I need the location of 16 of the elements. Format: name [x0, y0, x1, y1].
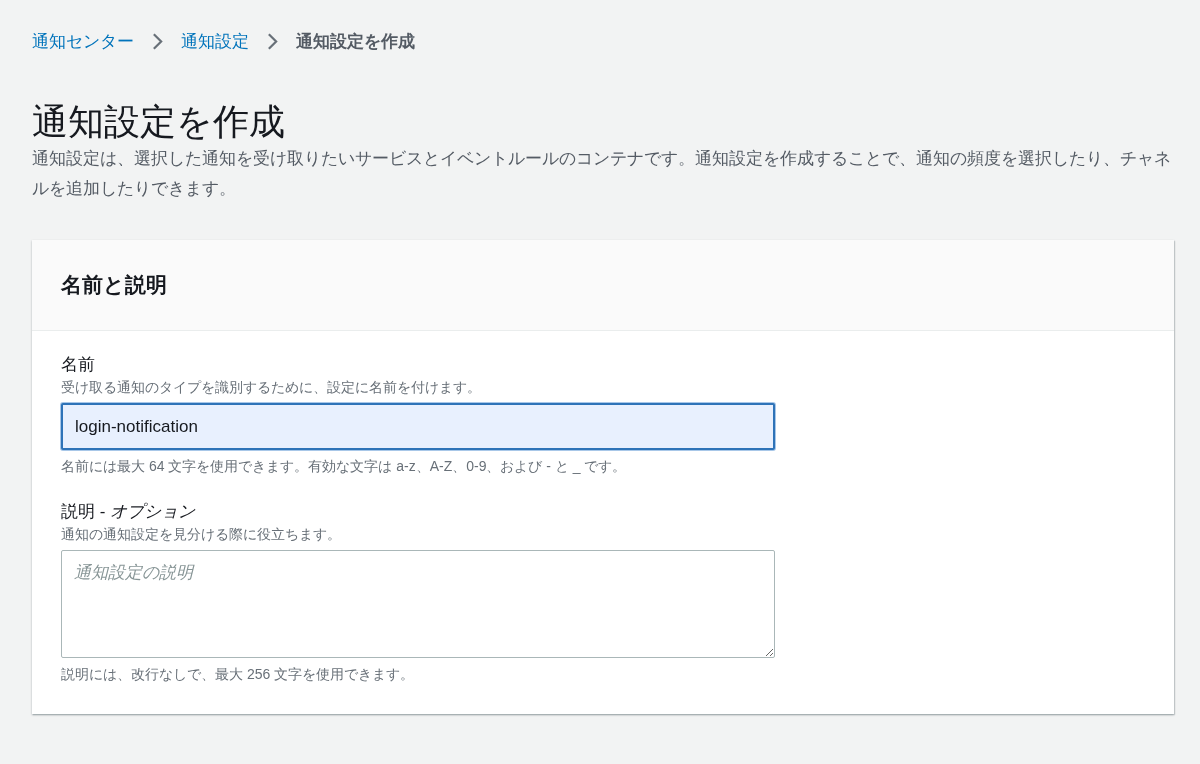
field-description: 通知の通知設定を見分ける際に役立ちます。	[61, 525, 342, 544]
field-label: 名前	[61, 354, 96, 376]
field-description: 受け取る通知のタイプを識別するために、設定に名前を付けます。	[61, 378, 482, 397]
breadcrumb-current: 通知設定を作成	[296, 30, 415, 53]
field-constraint: 説明には、改行なしで、最大 256 文字を使用できます。	[61, 665, 416, 684]
chevron-right-icon	[267, 32, 278, 50]
page-description: 通知設定は、選択した通知を受け取りたいサービスとイベントルールのコンテナです。通知設定を作成することで、通知の頻度を選択したり、チャネルを追加したりできます。	[32, 148, 1172, 200]
field-constraint: 名前には最大 64 文字を使用できます。有効な文字は a-z、A-Z、0-9、および - と _ です。	[61, 457, 628, 476]
name-input-field[interactable]: login-notification	[61, 403, 775, 450]
chevron-right-icon	[152, 32, 163, 50]
page-title: 通知設定を作成	[32, 100, 286, 144]
panel-title: 名前と説明	[61, 272, 167, 298]
breadcrumb-link[interactable]: 通知センター	[32, 29, 134, 53]
field-label: 説明 - オプション	[61, 501, 197, 523]
description-textarea[interactable]: 通知設定の説明	[61, 550, 775, 658]
breadcrumb-link[interactable]: 通知設定	[181, 29, 249, 53]
